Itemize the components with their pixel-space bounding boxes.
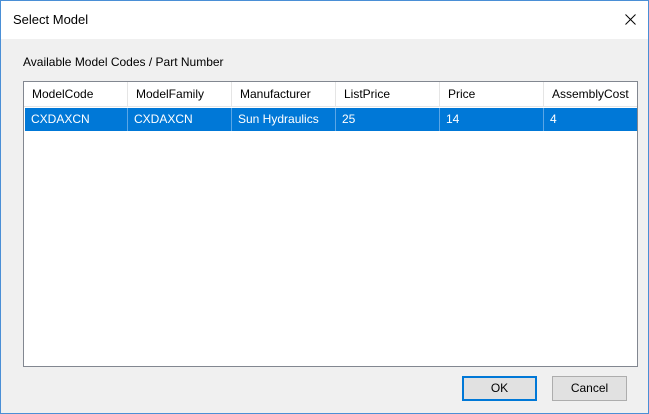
available-models-label: Available Model Codes / Part Number — [23, 55, 224, 69]
title-bar: Select Model — [1, 1, 648, 39]
column-header-modelfamily[interactable]: ModelFamily — [128, 82, 232, 106]
ok-button[interactable]: OK — [462, 376, 537, 401]
cell-price: 14 — [440, 108, 544, 131]
cancel-button[interactable]: Cancel — [552, 376, 627, 401]
table-row[interactable]: CXDAXCN CXDAXCN Sun Hydraulics 25 14 4 — [25, 108, 637, 131]
column-header-modelcode[interactable]: ModelCode — [24, 82, 128, 106]
column-header-assemblycost[interactable]: AssemblyCost — [544, 82, 637, 106]
cell-listprice: 25 — [336, 108, 440, 131]
select-model-dialog: Select Model Available Model Codes / Par… — [0, 0, 649, 414]
close-icon — [625, 14, 636, 25]
cell-manufacturer: Sun Hydraulics — [232, 108, 336, 131]
close-button[interactable] — [612, 1, 648, 39]
model-list-view[interactable]: ModelCode ModelFamily Manufacturer ListP… — [23, 81, 638, 367]
list-header: ModelCode ModelFamily Manufacturer ListP… — [24, 82, 637, 107]
cell-modelfamily: CXDAXCN — [128, 108, 232, 131]
column-header-manufacturer[interactable]: Manufacturer — [232, 82, 336, 106]
cell-modelcode: CXDAXCN — [25, 108, 128, 131]
column-header-listprice[interactable]: ListPrice — [336, 82, 440, 106]
column-header-price[interactable]: Price — [440, 82, 544, 106]
window-title: Select Model — [13, 12, 89, 27]
cell-assemblycost: 4 — [550, 112, 557, 126]
